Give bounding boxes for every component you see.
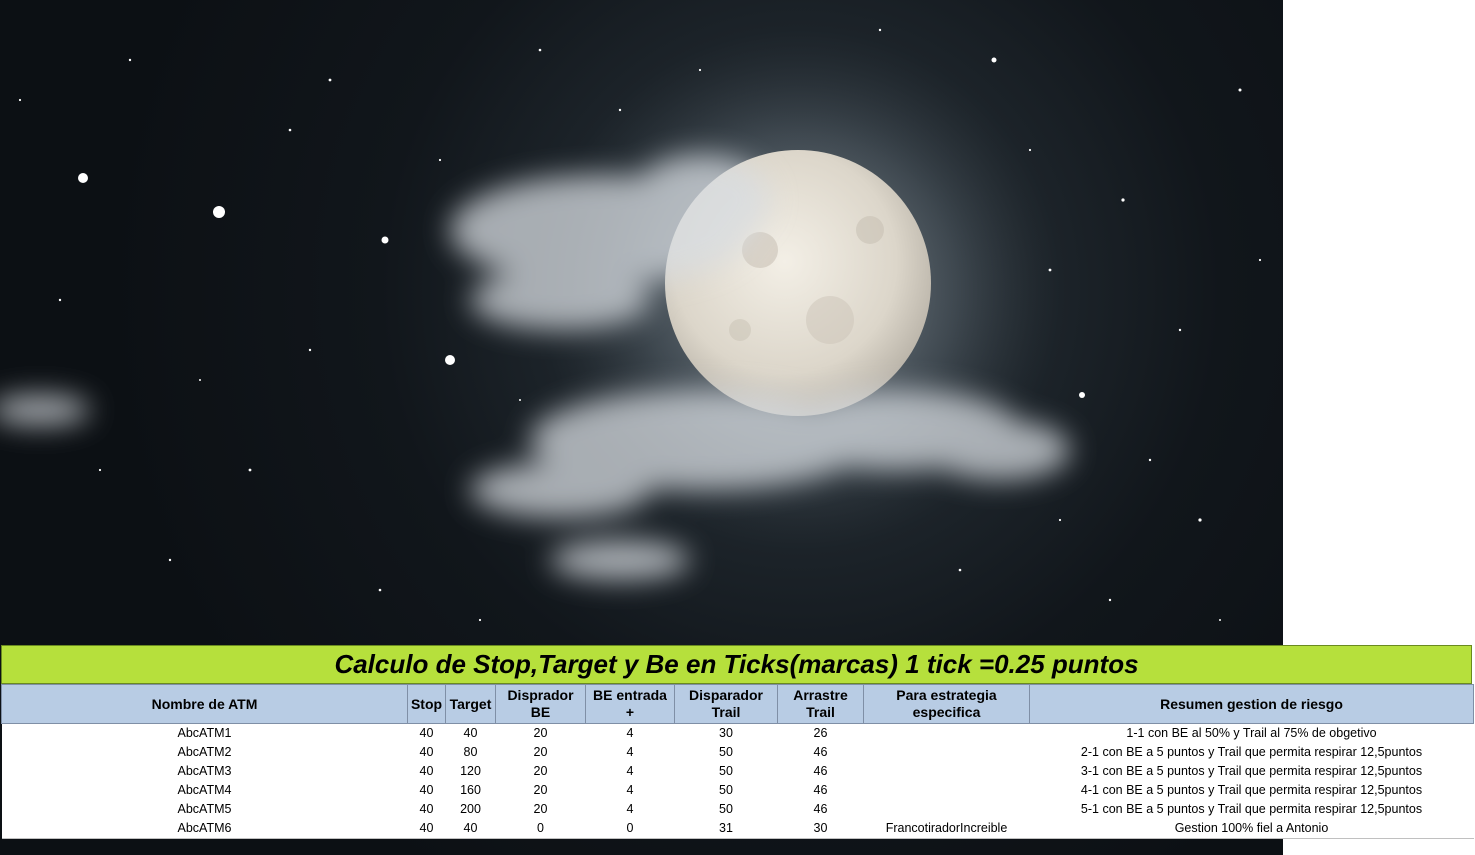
cell-arrastre: 30 <box>777 819 864 839</box>
cell-target: 200 <box>460 802 481 816</box>
cell-resumen: 3-1 con BE a 5 puntos y Trail que permit… <box>1080 764 1423 778</box>
cell-disp-trail: 50 <box>719 745 733 759</box>
header-arrastre: Arrastre Trail <box>777 684 864 724</box>
cell-disp-trail: 30 <box>719 726 733 740</box>
cell-target: 120 <box>460 764 481 778</box>
cell-be-entrada: 0 <box>585 819 675 839</box>
cell-be-entrada: 4 <box>626 783 634 797</box>
cell-be-entrada: 4 <box>626 726 634 740</box>
cell-nombre: AbcATM4 <box>177 783 232 797</box>
cell-disp-trail: 50 <box>719 764 733 778</box>
cell-arrastre: 26 <box>813 726 828 740</box>
cell-disp-be: 20 <box>533 802 548 816</box>
cell-disp-trail: 50 <box>719 783 733 797</box>
cell-be-entrada: 4 <box>626 745 634 759</box>
cell-disp-be: 20 <box>533 783 548 797</box>
atm-table: Nombre de ATM Stop Target Disprador BE B… <box>1 684 1474 839</box>
cell-nombre: AbcATM3 <box>177 764 232 778</box>
cell-disp-trail: 50 <box>719 802 733 816</box>
table-row: AbcATM5 40 200 20 4 50 46 5-1 con BE a 5 puntos… <box>2 800 1474 819</box>
cell-arrastre: 46 <box>813 783 828 797</box>
table-row: AbcATM1 40 40 20 4 30 26 1-1 con BE al 50% y Tr… <box>2 724 1474 744</box>
cell-estrategia <box>864 800 1030 819</box>
table-row: AbcATM4 40 160 20 4 50 46 4-1 con BE a 5 puntos… <box>2 781 1474 800</box>
cell-resumen: 2-1 con BE a 5 puntos y Trail que permit… <box>1080 745 1423 759</box>
cell-stop: 40 <box>419 783 434 797</box>
header-stop: Stop <box>407 684 446 724</box>
cell-resumen: Gestion 100% fiel a Antonio <box>1029 819 1474 839</box>
cell-resumen: 1-1 con BE al 50% y Trail al 75% de obge… <box>1126 726 1377 740</box>
header-target: Target <box>445 684 496 724</box>
table-row: AbcATM2 40 80 20 4 50 46 2-1 con BE a 5 puntos … <box>2 743 1474 762</box>
table-row: AbcATM3 40 120 20 4 50 46 3-1 con BE a 5 puntos… <box>2 762 1474 781</box>
cell-disp-trail: 31 <box>674 819 778 839</box>
header-nombre: Nombre de ATM <box>1 684 408 724</box>
cell-nombre: AbcATM5 <box>177 802 232 816</box>
cell-stop: 40 <box>407 819 446 839</box>
cell-arrastre: 46 <box>813 764 828 778</box>
atm-spreadsheet: Calculo de Stop,Target y Be en Ticks(mar… <box>0 645 1475 845</box>
cell-resumen: 4-1 con BE a 5 puntos y Trail que permit… <box>1080 783 1423 797</box>
header-disp-be: Disprador BE <box>495 684 586 724</box>
cell-target: 40 <box>445 819 496 839</box>
cell-estrategia <box>864 743 1030 762</box>
cell-target: 160 <box>460 783 481 797</box>
cell-arrastre: 46 <box>813 745 828 759</box>
cell-be-entrada: 4 <box>626 802 634 816</box>
cell-estrategia <box>864 762 1030 781</box>
header-estrategia: Para estrategia especifica <box>863 684 1030 724</box>
cell-disp-be: 0 <box>495 819 586 839</box>
cell-be-entrada: 4 <box>626 764 634 778</box>
header-resumen: Resumen gestion de riesgo <box>1029 684 1474 724</box>
cell-disp-be: 20 <box>533 764 548 778</box>
cell-nombre: AbcATM1 <box>177 726 232 740</box>
cell-disp-be: 20 <box>533 726 548 740</box>
header-be-entrada: BE entrada + <box>585 684 675 724</box>
cell-nombre: AbcATM2 <box>177 745 232 759</box>
sheet-title: Calculo de Stop,Target y Be en Ticks(mar… <box>1 645 1472 684</box>
cell-stop: 40 <box>419 726 434 740</box>
table-row: AbcATM6 40 40 0 0 31 30 FrancotiradorIncreible G… <box>1 819 1474 839</box>
cell-disp-be: 20 <box>533 745 548 759</box>
cell-stop: 40 <box>419 745 434 759</box>
cell-nombre: AbcATM6 <box>1 819 408 839</box>
cell-stop: 40 <box>419 802 434 816</box>
cell-target: 40 <box>463 726 478 740</box>
cell-estrategia: FrancotiradorIncreible <box>863 819 1030 839</box>
header-disp-trail: Disparador Trail <box>674 684 778 724</box>
cell-estrategia <box>864 781 1030 800</box>
cell-arrastre: 46 <box>813 802 828 816</box>
cell-estrategia <box>864 724 1030 744</box>
cell-stop: 40 <box>419 764 434 778</box>
header-row: Nombre de ATM Stop Target Disprador BE B… <box>1 684 1474 724</box>
cell-target: 80 <box>463 745 478 759</box>
cell-resumen: 5-1 con BE a 5 puntos y Trail que permit… <box>1080 802 1423 816</box>
